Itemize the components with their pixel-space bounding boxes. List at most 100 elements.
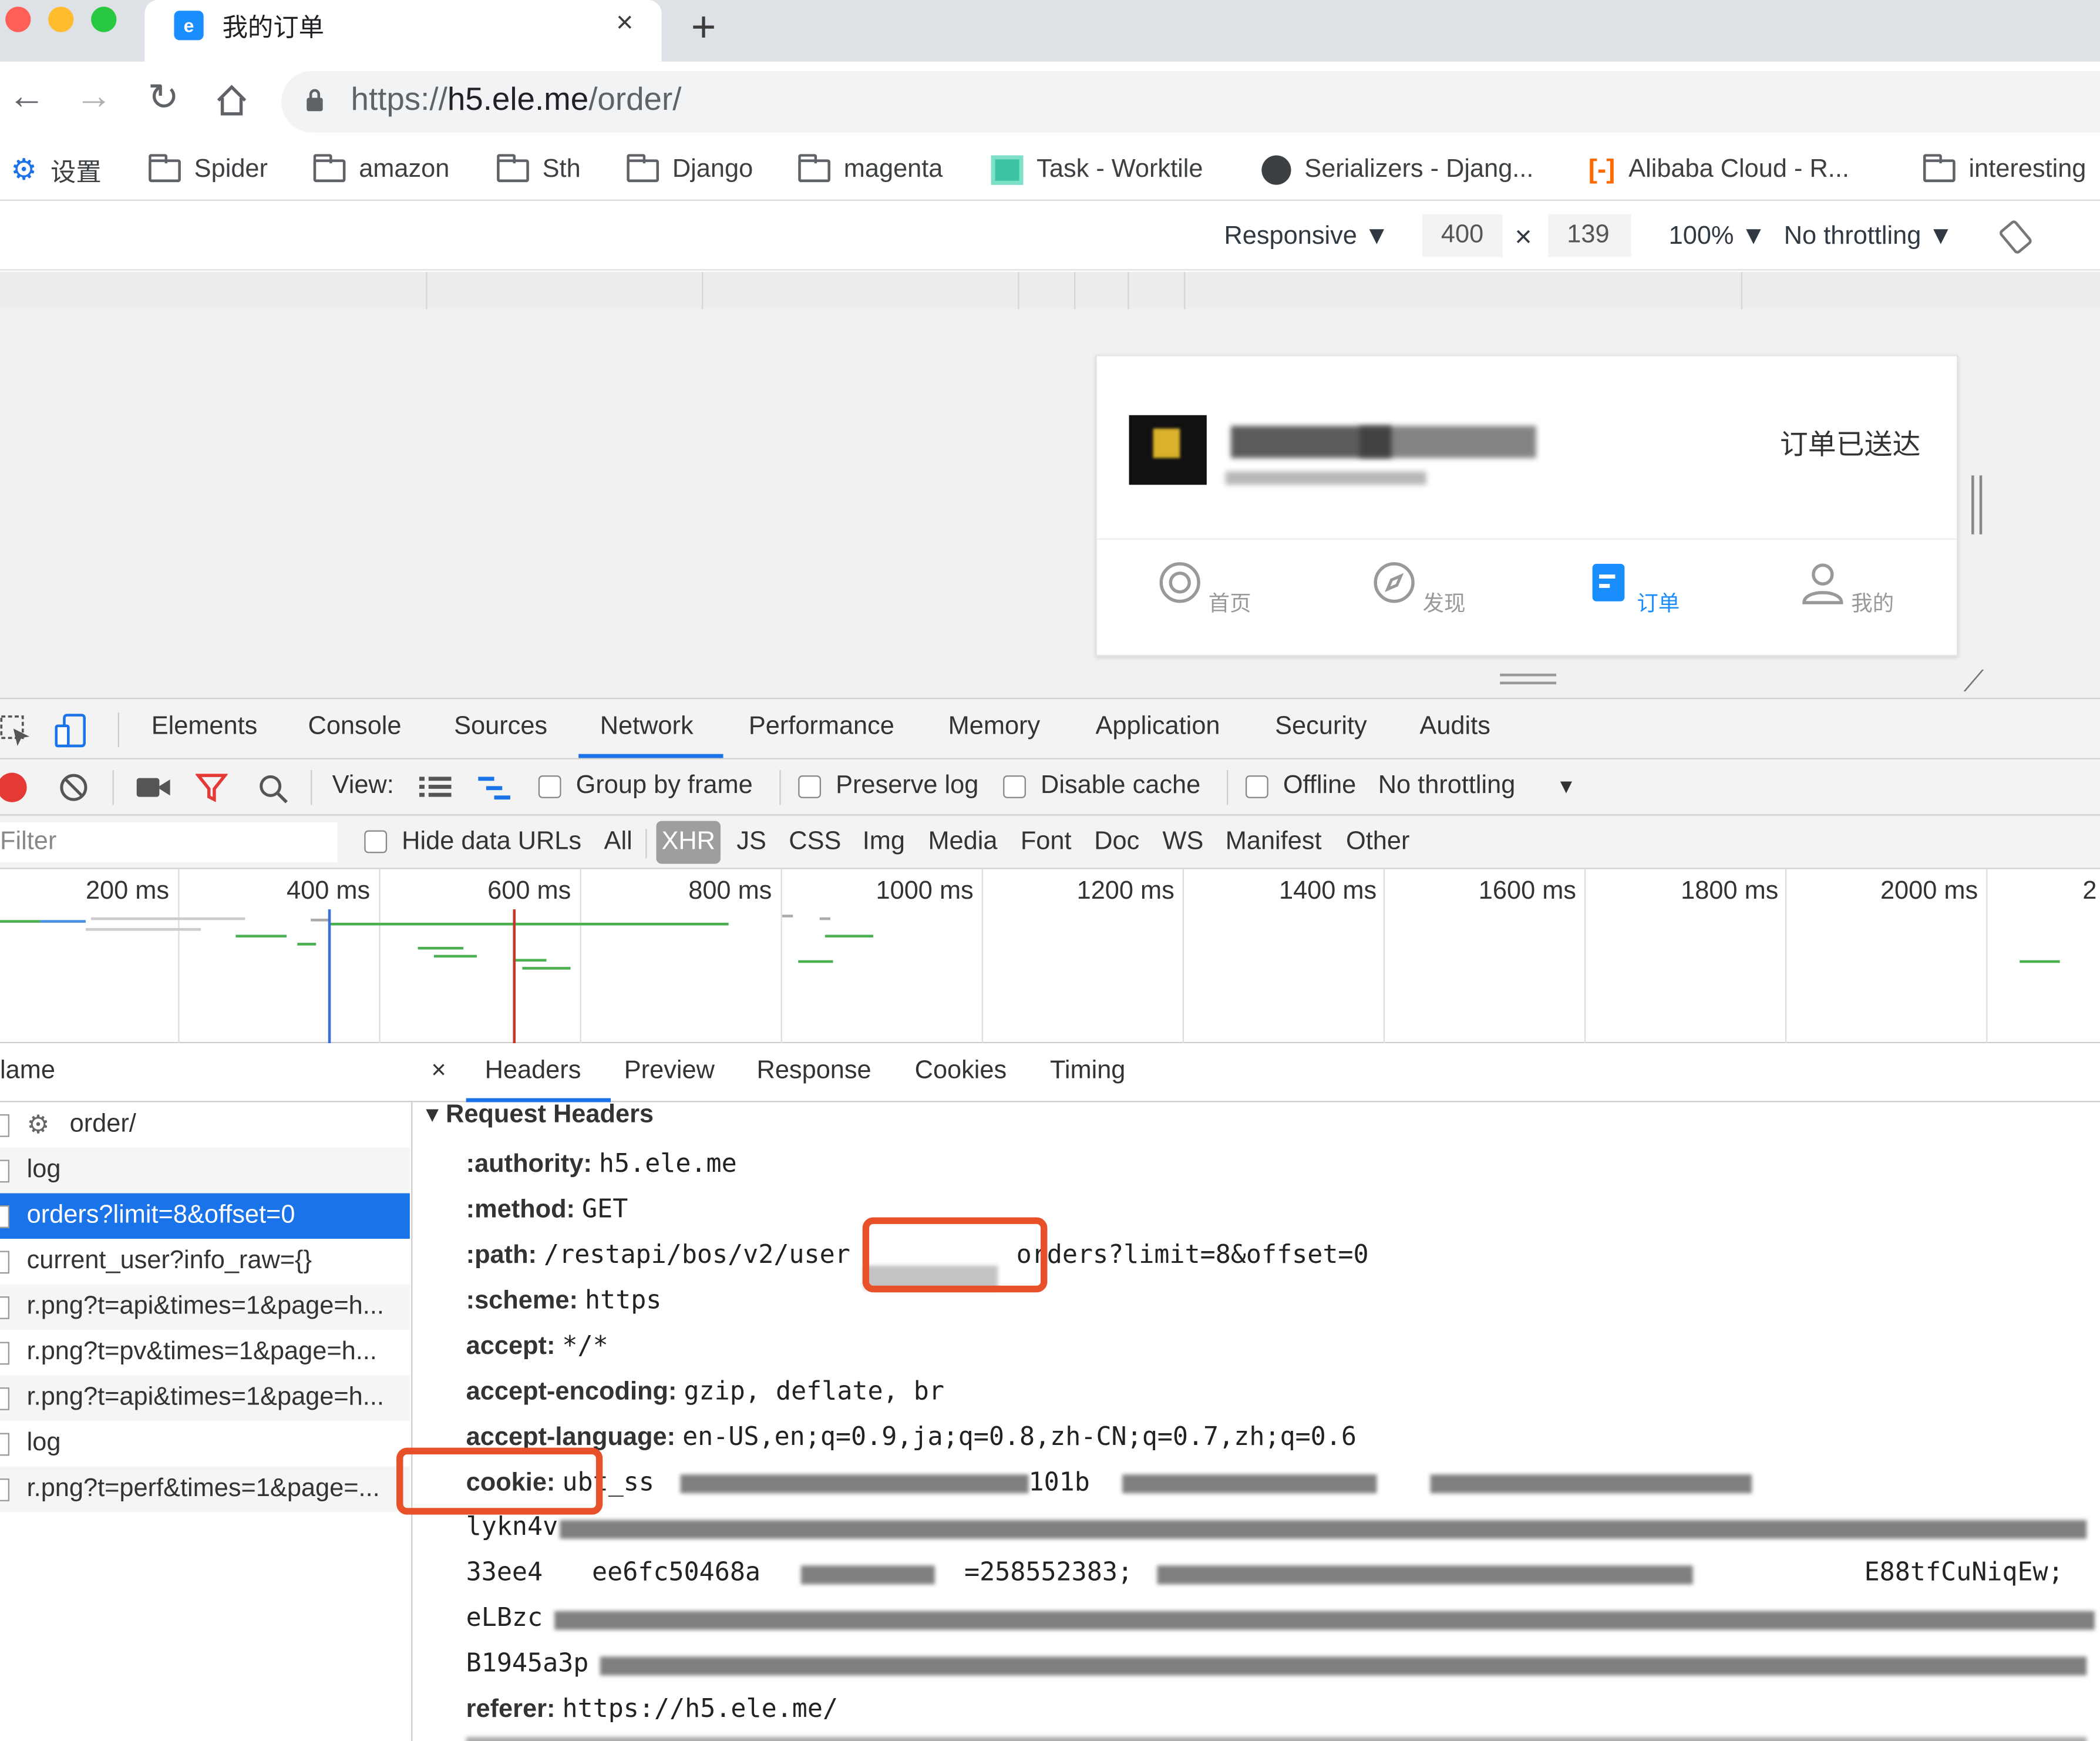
record-icon[interactable] [0,772,27,802]
tab-sources[interactable]: Sources [454,712,547,742]
resize-handle[interactable] [1500,673,1557,685]
tab-console[interactable]: Console [308,712,402,742]
tab-security[interactable]: Security [1275,712,1367,742]
device-toolbar-icon[interactable] [53,712,88,750]
tab-response[interactable]: Response [757,1057,871,1086]
tab-close-icon[interactable]: × [616,5,633,40]
scroll-handle[interactable] [1971,475,1983,535]
maximize-window-button[interactable] [91,6,117,32]
filter-input[interactable]: Filter [0,822,338,863]
filter-type-manifest[interactable]: Manifest [1226,828,1322,857]
hide-data-urls-checkbox[interactable] [364,830,388,853]
width-input[interactable]: 400 [1422,214,1503,257]
document-gear-icon: ⚙ [26,1111,50,1140]
home-icon[interactable] [214,83,249,117]
request-row[interactable]: r.png?t=api&times=1&page=h... [0,1284,410,1330]
request-row[interactable]: log [0,1421,410,1467]
dimension-separator: × [1515,219,1532,253]
search-icon[interactable] [257,773,290,805]
filter-funnel-icon[interactable] [195,773,228,802]
height-input[interactable]: 139 [1548,214,1631,257]
bookmark-label: interesting [1968,155,2086,184]
tab-application[interactable]: Application [1096,712,1220,742]
preserve-log-checkbox[interactable] [798,775,822,798]
tab-cookies[interactable]: Cookies [915,1057,1007,1086]
clear-icon[interactable] [59,773,88,802]
domcontentloaded-marker [328,909,331,1044]
throttling-select[interactable]: No throttling ▼ [1784,222,1954,251]
tab-home[interactable]: 首页 [1123,560,1284,617]
bookmark-worktile[interactable]: Task - Worktile [991,150,1203,190]
minimize-window-button[interactable] [48,6,74,32]
tab-preview[interactable]: Preview [624,1057,715,1086]
request-row[interactable]: current_user?info_raw={} [0,1239,410,1285]
browser-tab[interactable]: e 我的订单 × [144,0,662,62]
bookmark-settings[interactable]: ⚙ 设置 [11,150,102,190]
group-by-frame-checkbox[interactable] [538,775,561,798]
filter-type-js[interactable]: JS [736,828,766,857]
zoom-select[interactable]: 100% ▼ [1669,222,1766,251]
tab-performance[interactable]: Performance [749,712,894,742]
filter-type-css[interactable]: CSS [789,828,841,857]
resize-corner-icon[interactable]: ⟋ [1963,664,1984,699]
bookmark-sth[interactable]: Sth [497,150,581,190]
tab-timing[interactable]: Timing [1050,1057,1125,1086]
tab-headers[interactable]: Headers [485,1057,581,1086]
filter-type-font[interactable]: Font [1021,828,1072,857]
tab-elements[interactable]: Elements [152,712,258,742]
bookmark-amazon[interactable]: amazon [313,150,449,190]
header-accept-language: accept-language: en-US,en;q=0.9,ja;q=0.8… [466,1422,1357,1452]
close-window-button[interactable] [5,6,31,32]
close-details-icon[interactable]: × [431,1057,446,1086]
name-column-header[interactable]: lame [0,1057,55,1086]
alibaba-icon: [-] [1588,154,1616,184]
request-row[interactable]: log [0,1147,410,1194]
request-row[interactable]: r.png?t=perf&times=1&page=... [0,1466,410,1513]
request-row-selected[interactable]: orders?limit=8&offset=0 [0,1193,410,1239]
reload-icon[interactable]: ↻ [139,75,187,119]
tab-discover[interactable]: 发现 [1338,560,1499,617]
waterfall-overview-icon[interactable] [478,775,513,802]
filter-type-doc[interactable]: Doc [1094,828,1139,857]
offline-checkbox[interactable] [1245,775,1268,798]
bookmark-alibaba[interactable]: [-] Alibaba Cloud - R... [1589,150,1849,190]
tab-memory[interactable]: Memory [948,712,1041,742]
rotate-icon[interactable] [1998,220,2033,254]
back-arrow-icon[interactable]: ← [3,75,51,118]
request-row[interactable]: ⚙ order/ [0,1102,410,1148]
request-row[interactable]: r.png?t=api&times=1&page=h... [0,1375,410,1421]
large-rows-icon[interactable] [419,775,452,799]
filter-type-other[interactable]: Other [1346,828,1409,857]
filter-type-img[interactable]: Img [863,828,905,857]
screenshot-camera-icon[interactable] [136,775,171,799]
chevron-down-icon[interactable]: ▼ [1556,775,1576,798]
filter-type-media[interactable]: Media [928,828,997,857]
bookmark-interesting[interactable]: interesting [1923,150,2086,190]
forward-arrow-icon[interactable]: → [70,75,118,118]
tab-profile[interactable]: 我的 [1766,560,1927,617]
filter-type-ws[interactable]: WS [1163,828,1204,857]
device-select[interactable]: Responsive ▼ [1224,222,1389,251]
folder-icon [149,153,181,182]
bookmark-spider[interactable]: Spider [149,150,268,190]
request-headers-section-title[interactable]: ▾ Request Headers [426,1100,654,1130]
address-bar[interactable]: https://h5.ele.me/order/ [281,70,2100,133]
tab-network[interactable]: Network [600,712,694,742]
filter-type-xhr[interactable]: XHR [656,821,721,864]
details-tabs: × Headers Preview Response Cookies Timin… [412,1043,2100,1103]
network-overview-timeline[interactable]: 200 ms 400 ms 600 ms 800 ms 1000 ms 1200… [0,869,2100,1044]
inspect-element-icon[interactable] [0,715,32,748]
disable-cache-checkbox[interactable] [1003,775,1026,798]
header-scheme: :scheme: https [466,1285,662,1315]
new-tab-button[interactable]: + [691,0,716,53]
bookmark-django[interactable]: Django [627,150,753,190]
bookmark-magenta[interactable]: magenta [798,150,943,190]
network-throttling-select[interactable]: No throttling [1378,771,1516,801]
bookmark-serializers[interactable]: Serializers - Djang... [1261,150,1533,190]
timeline-tick: 2000 ms [1880,877,1978,906]
request-row[interactable]: r.png?t=pv&times=1&page=h... [0,1330,410,1376]
tab-audits[interactable]: Audits [1419,712,1490,742]
tab-orders[interactable]: 订单 [1552,560,1713,617]
filter-type-all[interactable]: All [604,828,632,857]
bookmark-label: Serializers - Djang... [1304,155,1534,184]
